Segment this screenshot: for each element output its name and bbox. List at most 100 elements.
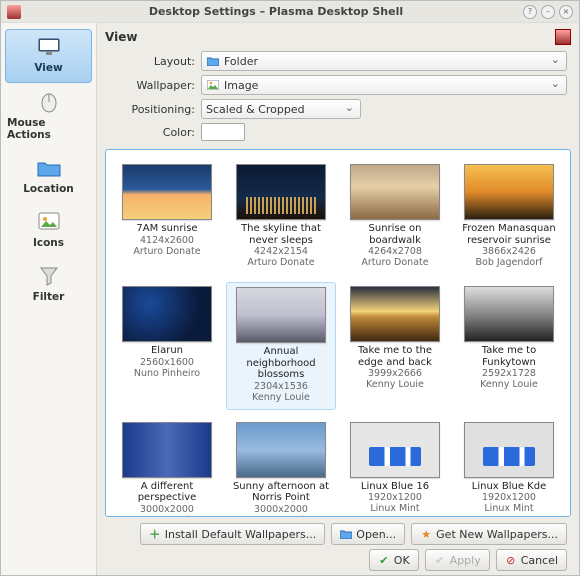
wallpaper-author: Nuno Pinheiro	[134, 368, 200, 379]
settings-window: Desktop Settings – Plasma Desktop Shell …	[0, 0, 580, 576]
sidebar-item-view[interactable]: View	[5, 29, 92, 83]
wallpaper-thumbnail	[122, 422, 212, 478]
ok-button[interactable]: ✔ OK	[369, 549, 419, 571]
wallpaper-item[interactable]: Annual neighborhood blossoms2304x1536Ken…	[226, 282, 336, 410]
wallpaper-author: Kenny Louie	[366, 379, 424, 390]
cancel-button[interactable]: ⊘ Cancel	[496, 549, 567, 571]
wallpaper-item[interactable]: Frozen Manasquan reservoir sunrise3866x2…	[454, 160, 564, 274]
wallpaper-thumbnail	[236, 287, 326, 343]
minimize-button[interactable]: –	[541, 5, 555, 19]
wallpaper-item[interactable]: Sunny afternoon at Norris Point3000x2000…	[226, 418, 336, 518]
wallpaper-item[interactable]: Take me to the edge and back3999x2666Ken…	[340, 282, 450, 410]
wallpaper-item[interactable]: The skyline that never sleeps4242x2154Ar…	[226, 160, 336, 274]
wallpaper-thumbnail	[464, 164, 554, 220]
settings-form: Layout: Folder Wallpaper: Image Position…	[105, 51, 571, 141]
wallpaper-title: Annual neighborhood blossoms	[231, 346, 331, 381]
wallpaper-item[interactable]: Linux Blue 161920x1200Linux Mint	[340, 418, 450, 518]
wallpaper-title: 7AM sunrise	[136, 223, 197, 235]
wallpaper-label: Wallpaper:	[105, 79, 195, 92]
wallpaper-dimensions: 1920x1200	[482, 492, 536, 503]
icons-icon	[35, 211, 63, 233]
sidebar-item-icons[interactable]: Icons	[5, 205, 92, 257]
sidebar-item-label: Filter	[33, 291, 65, 303]
color-button[interactable]	[201, 123, 245, 141]
wallpaper-author: Kenny Louie	[252, 392, 310, 403]
sidebar-item-label: Icons	[33, 237, 64, 249]
funnel-icon	[35, 265, 63, 287]
main-panel: View Layout: Folder Wallpaper: Image	[97, 23, 579, 575]
wallpaper-combo[interactable]: Image	[201, 75, 567, 95]
wallpaper-dimensions: 2304x1536	[254, 381, 308, 392]
wallpaper-thumbnail	[236, 164, 326, 220]
page-heading: View	[105, 30, 555, 44]
wallpaper-author: Arturo Donate	[361, 257, 428, 268]
wallpaper-item[interactable]: Linux Blue Kde1920x1200Linux Mint	[454, 418, 564, 518]
wallpaper-value: Image	[224, 79, 258, 92]
close-button[interactable]: ×	[559, 5, 573, 19]
wallpaper-item[interactable]: Elarun2560x1600Nuno Pinheiro	[112, 282, 222, 410]
wallpaper-item[interactable]: 7AM sunrise4124x2600Arturo Donate	[112, 160, 222, 274]
wallpaper-thumbnail	[350, 422, 440, 478]
wallpaper-thumbnail	[350, 286, 440, 342]
sidebar-item-label: View	[34, 62, 62, 74]
install-default-button[interactable]: ＋ Install Default Wallpapers...	[140, 523, 326, 545]
wallpaper-dimensions: 3866x2426	[482, 246, 536, 257]
app-icon	[7, 5, 21, 19]
wallpaper-dimensions: 4264x2708	[368, 246, 422, 257]
wallpaper-dimensions: 4242x2154	[254, 246, 308, 257]
wallpaper-gallery[interactable]: 7AM sunrise4124x2600Arturo DonateThe sky…	[105, 149, 571, 517]
wallpaper-thumbnail	[464, 422, 554, 478]
wallpaper-author: Linux Mint	[370, 503, 419, 514]
window-title: Desktop Settings – Plasma Desktop Shell	[29, 5, 523, 18]
titlebar[interactable]: Desktop Settings – Plasma Desktop Shell …	[1, 1, 579, 23]
wallpaper-title: Take me to the edge and back	[345, 345, 445, 368]
folder-open-icon	[340, 528, 352, 540]
wallpaper-title: Sunrise on boardwalk	[345, 223, 445, 246]
layout-combo[interactable]: Folder	[201, 51, 567, 71]
header-preview-icon	[555, 29, 571, 45]
sidebar-item-mouse-actions[interactable]: Mouse Actions	[5, 85, 92, 149]
cancel-icon: ⊘	[505, 554, 517, 566]
layout-label: Layout:	[105, 55, 195, 68]
mouse-icon	[35, 91, 63, 113]
wallpaper-author: Arturo Donate	[133, 246, 200, 257]
monitor-icon	[35, 36, 63, 58]
sidebar-item-label: Location	[23, 183, 74, 195]
sidebar-item-label: Mouse Actions	[7, 117, 90, 141]
folder-icon	[35, 157, 63, 179]
wallpaper-dimensions: 4124x2600	[140, 235, 194, 246]
image-icon	[206, 78, 220, 92]
wallpaper-dimensions: 1920x1200	[368, 492, 422, 503]
positioning-value: Scaled & Cropped	[206, 103, 305, 116]
wallpaper-item[interactable]: A different perspective3000x2000Kenny Lo…	[112, 418, 222, 518]
open-button[interactable]: Open...	[331, 523, 405, 545]
apply-button[interactable]: ✔ Apply	[425, 549, 490, 571]
wallpaper-title: Linux Blue 16	[361, 481, 429, 493]
sidebar: View Mouse Actions Location Icons	[1, 23, 97, 575]
wallpaper-thumbnail	[464, 286, 554, 342]
sidebar-item-location[interactable]: Location	[5, 151, 92, 203]
get-new-button[interactable]: ★ Get New Wallpapers...	[411, 523, 567, 545]
positioning-combo[interactable]: Scaled & Cropped	[201, 99, 361, 119]
wallpaper-item[interactable]: Take me to Funkytown2592x1728Kenny Louie	[454, 282, 564, 410]
folder-icon	[206, 54, 220, 68]
wallpaper-title: Frozen Manasquan reservoir sunrise	[459, 223, 559, 246]
wallpaper-author: Bob Jagendorf	[476, 257, 543, 268]
help-button[interactable]: ?	[523, 5, 537, 19]
wallpaper-thumbnail	[236, 422, 326, 478]
wallpaper-thumbnail	[122, 286, 212, 342]
wallpaper-author: Arturo Donate	[247, 257, 314, 268]
wallpaper-item[interactable]: Sunrise on boardwalk4264x2708Arturo Dona…	[340, 160, 450, 274]
wallpaper-title: Linux Blue Kde	[472, 481, 547, 493]
wallpaper-dimensions: 3000x2000	[254, 504, 308, 515]
wallpaper-dimensions: 2560x1600	[140, 357, 194, 368]
plus-icon: ＋	[149, 528, 161, 540]
wallpaper-dimensions: 3000x2000	[140, 504, 194, 515]
positioning-label: Positioning:	[105, 103, 195, 116]
wallpaper-title: A different perspective	[117, 481, 217, 504]
sidebar-item-filter[interactable]: Filter	[5, 259, 92, 311]
wallpaper-title: Take me to Funkytown	[459, 345, 559, 368]
check-icon: ✔	[434, 554, 446, 566]
wallpaper-author: Kenny Louie	[480, 379, 538, 390]
wallpaper-author: Linux Mint	[484, 503, 533, 514]
